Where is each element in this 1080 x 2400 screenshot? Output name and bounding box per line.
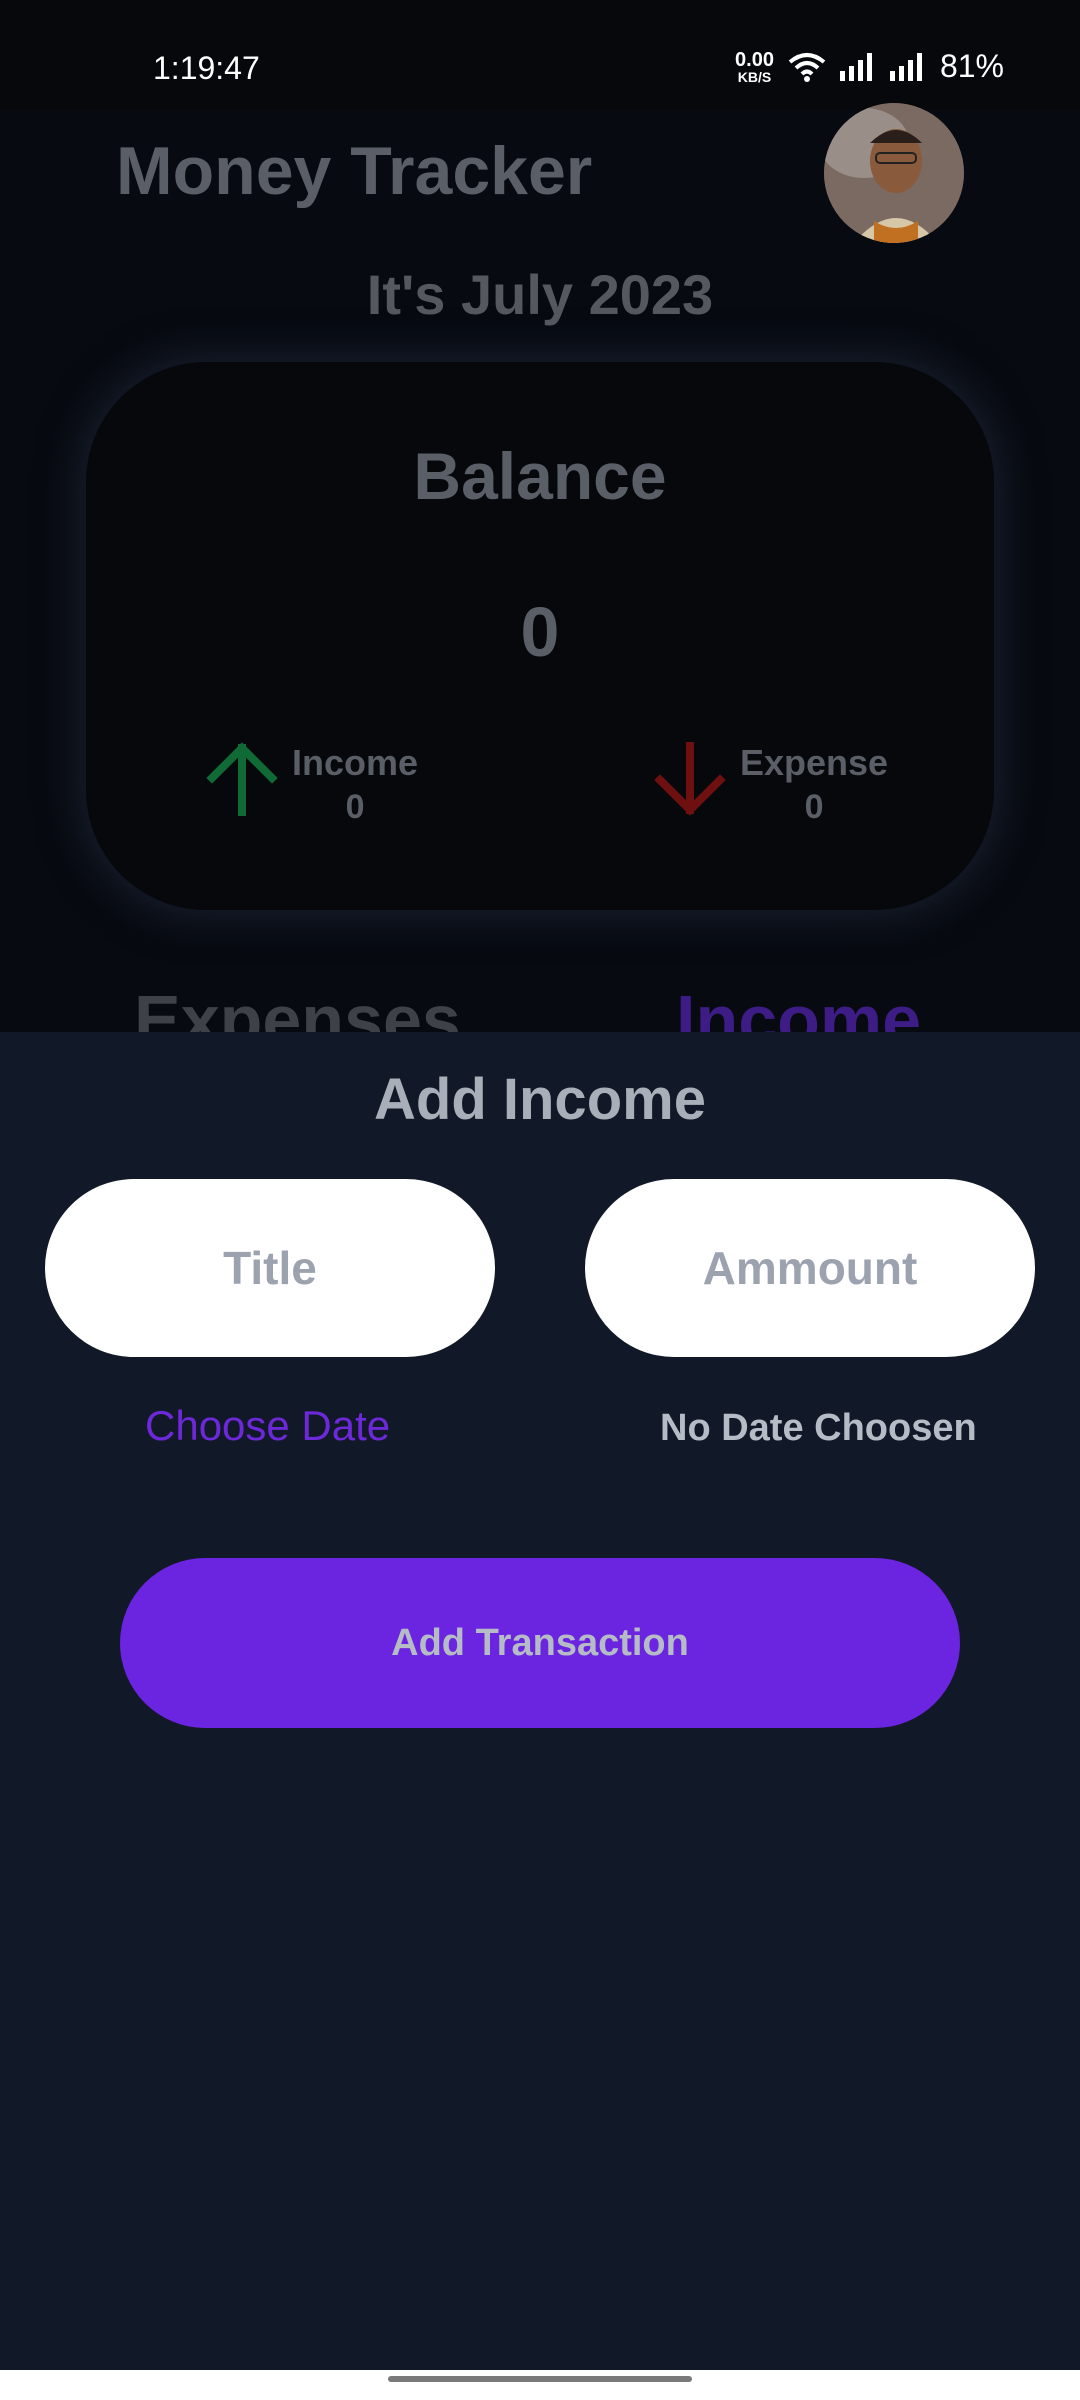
income-value: 0 [345,788,365,826]
expense-value: 0 [804,788,824,826]
status-indicators: 0.00 KB/S 81% [735,48,1004,85]
balance-label: Balance [413,439,667,513]
app-title: Money Tracker [116,133,593,209]
expense-summary: Expense 0 [654,742,888,827]
gesture-nav-bar [0,2370,1080,2400]
balance-value: 0 [520,593,560,671]
profile-photo [824,103,964,243]
battery-level: 81% [939,48,1004,84]
income-label: Income [292,742,419,783]
arrow-up-icon [206,742,278,816]
amount-input[interactable] [585,1179,1035,1357]
date-status: No Date Choosen [660,1407,977,1449]
signal-icon [839,52,872,81]
signal-icon [889,52,922,81]
net-speed-value: 0.00 [735,48,774,71]
net-speed: 0.00 KB/S [735,50,774,84]
arrow-down-icon [654,742,726,816]
add-income-sheet: Add Income Choose Date No Date Choosen A… [0,1032,1080,2370]
home-handle[interactable] [388,2376,692,2382]
expense-label: Expense [740,742,889,783]
status-bar: 1:19:47 0.00 KB/S 81% [0,0,1080,110]
income-summary: Income 0 [206,742,418,827]
balance-card: Balance 0 Income 0 Expense 0 [86,362,994,910]
choose-date-button[interactable]: Choose Date [145,1402,390,1450]
wifi-icon [788,52,826,82]
avatar[interactable] [824,103,964,243]
net-speed-unit: KB/S [737,68,772,85]
sheet-title: Add Income [374,1067,706,1132]
title-input[interactable] [45,1179,495,1357]
add-transaction-button[interactable]: Add Transaction [120,1558,960,1728]
month-title: It's July 2023 [366,263,714,326]
status-time: 1:19:47 [153,50,260,86]
